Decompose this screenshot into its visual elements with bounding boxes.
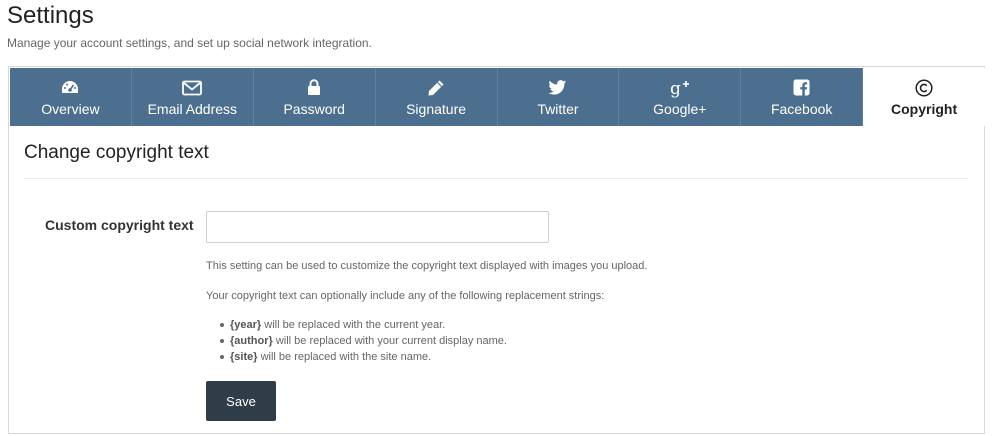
replacement-token: {author} <box>230 335 273 347</box>
tab-google-plus[interactable]: g Google+ <box>619 68 742 126</box>
help-text: This setting can be used to customize th… <box>206 260 648 272</box>
replacement-description: will be replaced with the site name. <box>257 351 432 363</box>
page-title: Settings <box>7 2 94 29</box>
settings-panel: Overview Email Address Password Signatur… <box>8 66 985 434</box>
replacement-list: {year} will be replaced with the current… <box>206 317 507 365</box>
list-item: {author} will be replaced with your curr… <box>206 333 507 349</box>
tab-label: Facebook <box>770 100 833 117</box>
tab-facebook[interactable]: Facebook <box>741 68 864 126</box>
tab-copyright[interactable]: Copyright <box>863 68 985 126</box>
tab-twitter[interactable]: Twitter <box>497 68 620 126</box>
replacement-token: {site} <box>230 351 258 363</box>
tab-label: Password <box>283 100 345 117</box>
tab-label: Email Address <box>147 100 238 117</box>
tab-password[interactable]: Password <box>253 68 376 126</box>
google-plus-icon: g <box>669 78 691 98</box>
tab-label: Twitter <box>537 100 579 117</box>
replacement-description: will be replaced with your current displ… <box>272 335 507 347</box>
tab-signature[interactable]: Signature <box>375 68 498 126</box>
envelope-icon <box>182 78 203 98</box>
save-button[interactable]: Save <box>206 381 276 421</box>
replacement-token: {year} <box>230 319 262 331</box>
tab-email-address[interactable]: Email Address <box>131 68 254 126</box>
divider <box>24 178 968 179</box>
bullet <box>220 323 224 327</box>
copyright-field-label: Custom copyright text <box>45 217 194 233</box>
copyright-icon <box>915 78 933 98</box>
help-text-replacements: Your copyright text can optionally inclu… <box>206 290 605 302</box>
pencil-icon <box>427 78 445 98</box>
bullet <box>220 339 224 343</box>
tab-label: Signature <box>406 100 467 117</box>
lock-icon <box>307 78 321 98</box>
svg-text:g: g <box>670 79 681 98</box>
copyright-text-input[interactable] <box>206 211 549 243</box>
section-title: Change copyright text <box>24 142 209 163</box>
tab-label: Copyright <box>891 100 958 117</box>
dashboard-icon <box>61 78 79 98</box>
list-item: {site} will be replaced with the site na… <box>206 349 507 365</box>
tab-overview[interactable]: Overview <box>10 68 132 126</box>
bullet <box>220 355 224 359</box>
list-item: {year} will be replaced with the current… <box>206 317 507 333</box>
settings-tabs: Overview Email Address Password Signatur… <box>10 68 985 126</box>
replacement-description: will be replaced with the current year. <box>261 319 446 331</box>
twitter-icon <box>548 78 567 98</box>
tab-label: Google+ <box>653 100 707 117</box>
facebook-icon <box>793 78 810 98</box>
tab-label: Overview <box>41 100 100 117</box>
page-subtitle: Manage your account settings, and set up… <box>7 36 372 50</box>
